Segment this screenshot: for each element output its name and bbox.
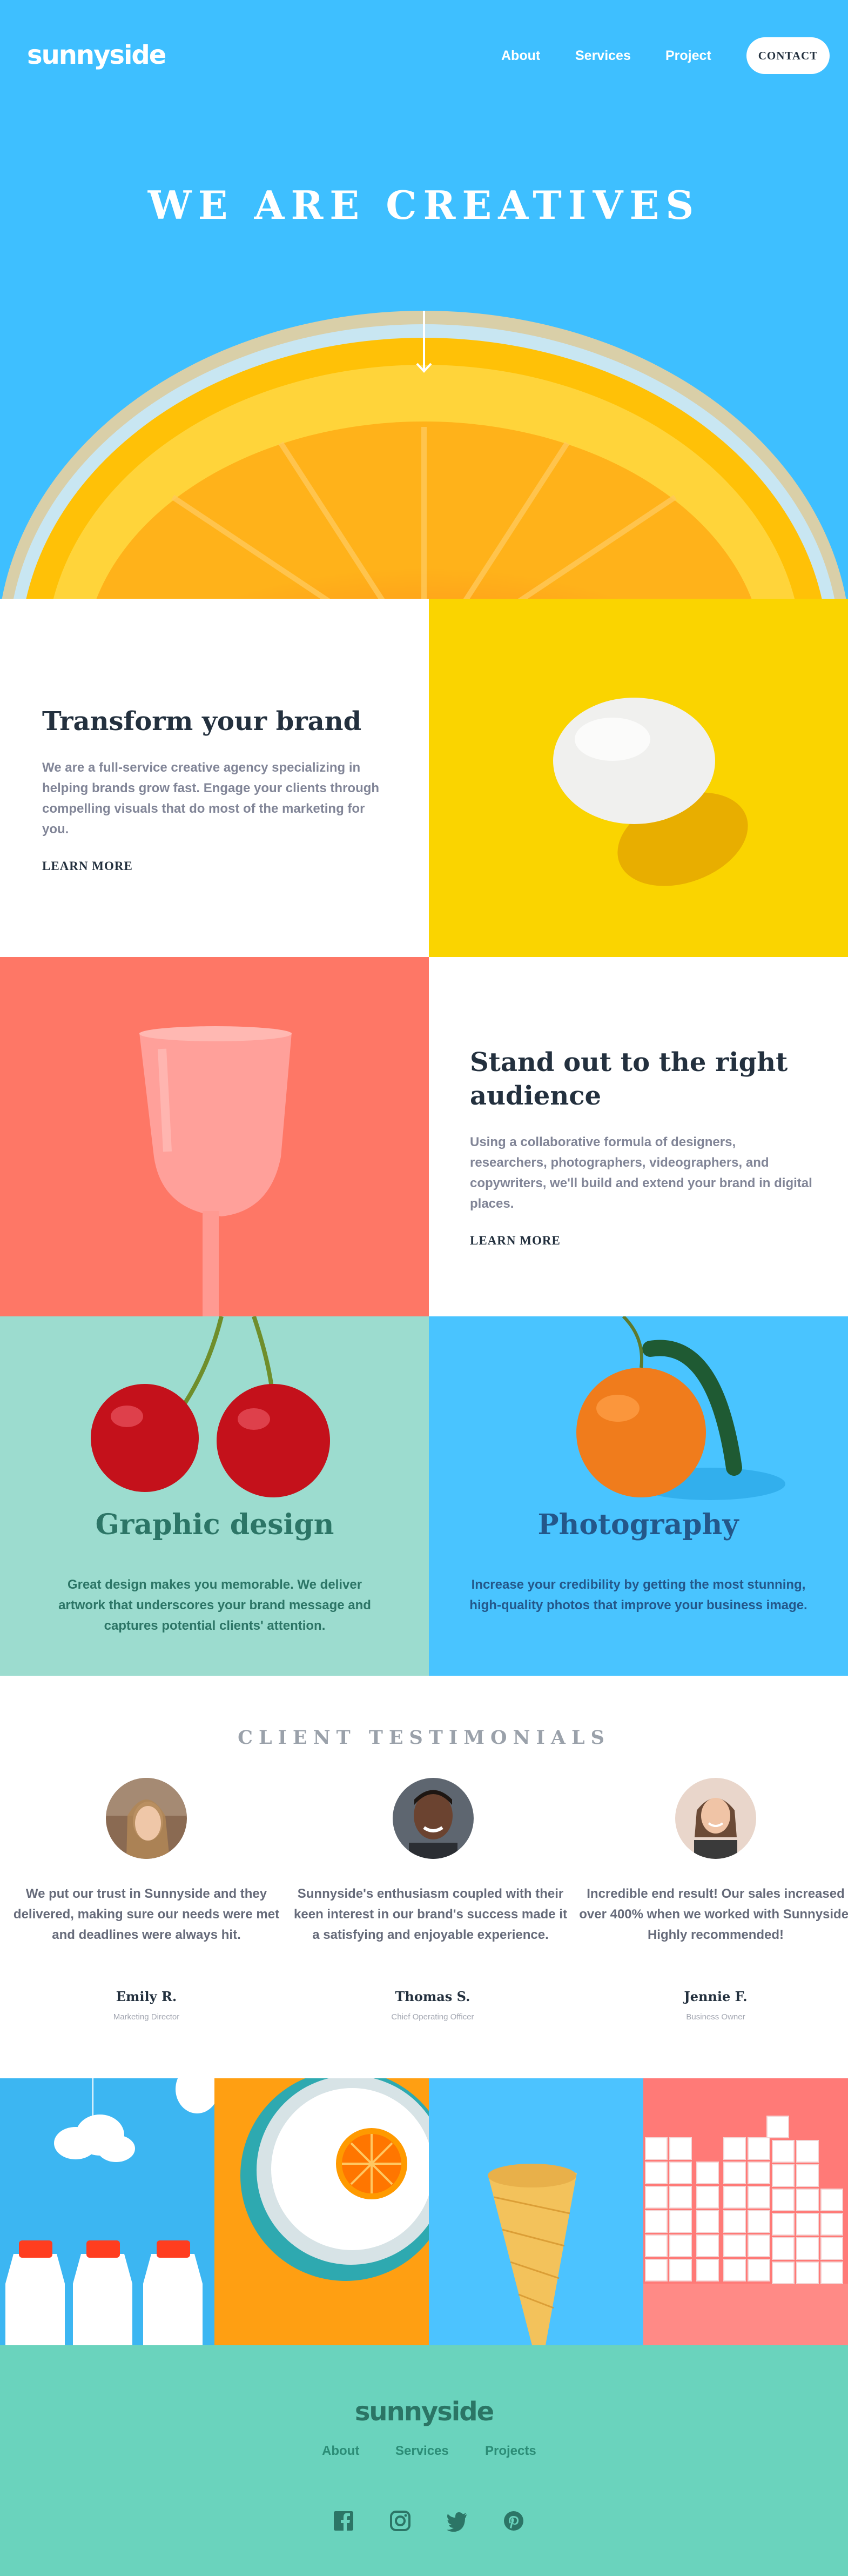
testimonial-name: Thomas S.	[395, 1989, 470, 2004]
testimonial-role: Business Owner	[686, 2012, 745, 2022]
hero-title: WE ARE CREATIVES	[147, 182, 701, 228]
gallery-milk-image	[0, 2065, 219, 2345]
hero-section: sunnyside About Services Project CONTACT…	[0, 0, 848, 599]
service-title: Graphic design	[95, 1508, 334, 1541]
arrow-down-icon[interactable]	[416, 311, 432, 374]
feature-transform: Transform your brand We are a full-servi…	[0, 599, 429, 957]
footer-about-link[interactable]: About	[322, 2444, 359, 2459]
feature-heading: Stand out to the right audience	[470, 1047, 788, 1111]
testimonial-quote: Sunnyside's enthusiasm coupled with thei…	[294, 1886, 567, 1942]
footer-services-link[interactable]: Services	[395, 2444, 449, 2459]
gallery	[0, 2065, 848, 2345]
orange-image	[429, 1316, 848, 1676]
service-body: Great design makes you memorable. We del…	[58, 1577, 371, 1633]
contact-button[interactable]: CONTACT	[746, 37, 830, 74]
testimonial-name: Emily R.	[116, 1989, 177, 2004]
service-graphic-design: Graphic design Great design makes you me…	[0, 1316, 429, 1676]
gallery-cone-image	[429, 2078, 643, 2345]
avatar-emily	[106, 1778, 187, 1859]
pinterest-icon[interactable]	[503, 2510, 524, 2532]
avatar-jennie	[675, 1778, 756, 1859]
egg-image	[429, 599, 848, 957]
testimonial-quote: We put our trust in Sunnyside and they d…	[13, 1886, 280, 1942]
facebook-icon[interactable]	[333, 2510, 354, 2532]
footer-logo[interactable]: sunnyside	[0, 2397, 848, 2427]
learn-more-link[interactable]: LEARN MORE	[468, 1234, 563, 1248]
footer: sunnyside About Services Projects	[0, 2345, 848, 2576]
feature-body: We are a full-service creative agency sp…	[42, 760, 380, 837]
learn-more-label: LEARN MORE	[470, 1234, 561, 1247]
twitter-icon[interactable]	[446, 2510, 468, 2532]
learn-more-label: LEARN MORE	[42, 859, 133, 873]
testimonial-name: Jennie F.	[684, 1989, 748, 2004]
service-title: Photography	[537, 1508, 739, 1541]
service-photography: Photography Increase your credibility by…	[429, 1316, 848, 1676]
nav-project-link[interactable]: Project	[665, 42, 711, 69]
testimonial-role: Marketing Director	[113, 2012, 180, 2022]
avatar-thomas	[393, 1778, 474, 1859]
feature-body: Using a collaborative formula of designe…	[470, 1135, 812, 1211]
testimonials-heading: CLIENT TESTIMONIALS	[238, 1727, 610, 1749]
site-logo[interactable]: sunnyside	[27, 38, 166, 72]
feature-heading: Transform your brand	[42, 706, 362, 737]
footer-projects-link[interactable]: Projects	[485, 2444, 536, 2459]
feature-standout: Stand out to the right audience Using a …	[429, 957, 848, 1316]
testimonial-quote: Incredible end result! Our sales increas…	[579, 1886, 848, 1942]
learn-more-link[interactable]: LEARN MORE	[40, 859, 135, 873]
gallery-plate-image	[214, 2070, 451, 2345]
testimonial-role: Chief Operating Officer	[391, 2012, 474, 2022]
gallery-sugar-image	[643, 2078, 848, 2345]
instagram-icon[interactable]	[389, 2510, 411, 2532]
nav-about-link[interactable]: About	[501, 42, 540, 69]
nav-services-link[interactable]: Services	[575, 42, 631, 69]
hero-orange-image	[0, 0, 848, 599]
cup-image	[0, 957, 429, 1316]
service-body: Increase your credibility by getting the…	[469, 1577, 807, 1612]
